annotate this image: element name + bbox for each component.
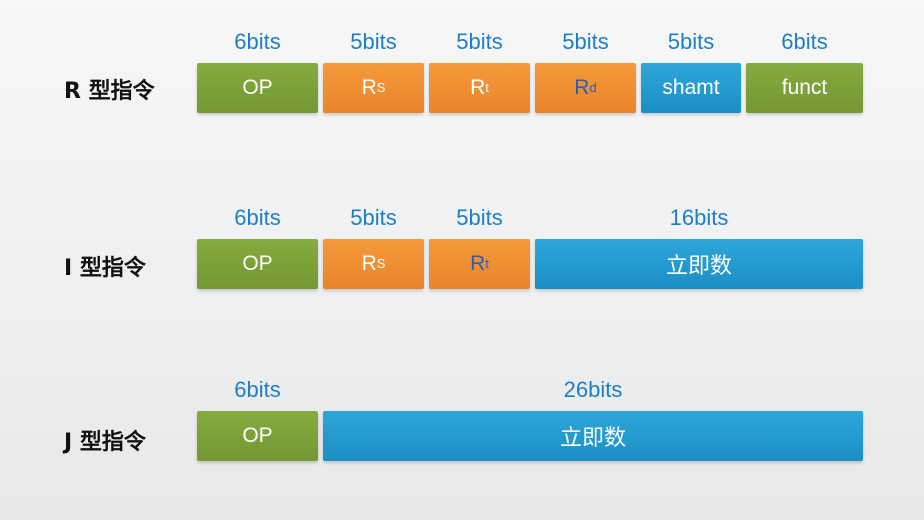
i-rt-bits: 5bits [456,205,503,230]
i-imm-field: 立即数 [535,239,863,289]
r-rd-bits: 5bits [562,29,609,54]
j-op-text: OP [242,424,273,447]
r-funct-text: funct [781,76,828,99]
r-op-field: OP [197,63,318,113]
r-rd-field: Rd [535,63,636,113]
r-rt-field: Rt [429,63,530,113]
i-rs-text: R [361,252,377,275]
j-type-label: J 型指令 [64,430,146,455]
r-shamt-text: shamt [662,76,720,99]
i-op-bits: 6bits [234,205,281,230]
i-op-field: OP [197,239,318,289]
i-type-label: I 型指令 [64,256,146,281]
i-op-text: OP [242,252,273,275]
j-addr-text: 立即数 [559,426,626,451]
i-imm-bits: 16bits [669,205,729,230]
r-rd-text: R [574,76,590,99]
i-rt-text: R [470,252,486,275]
j-op-field: OP [197,411,318,461]
i-rs-field: RS [323,239,424,289]
r-rs-bits: 5bits [350,29,397,54]
r-op-text: OP [242,76,273,99]
r-op-bits: 6bits [234,29,281,54]
i-rt-field: Rt [429,239,530,289]
r-funct-bits: 6bits [781,29,828,54]
instruction-format-diagram: { "rows": [ { "label": "R 型指令", "bits": … [0,0,924,520]
i-imm-text: 立即数 [665,254,732,279]
j-addr-bits: 26bits [563,377,623,402]
r-type-label: R 型指令 [64,79,155,104]
r-rs-text: R [361,76,377,99]
r-rs-field: RS [323,63,424,113]
j-addr-field: 立即数 [323,411,863,461]
r-rt-text: R [470,76,486,99]
r-shamt-bits: 5bits [667,29,715,54]
r-funct-field: funct [746,63,863,113]
r-rt-bits: 5bits [456,29,503,54]
r-shamt-field: shamt [641,63,741,113]
j-op-bits: 6bits [234,377,281,402]
i-rs-bits: 5bits [350,205,397,230]
